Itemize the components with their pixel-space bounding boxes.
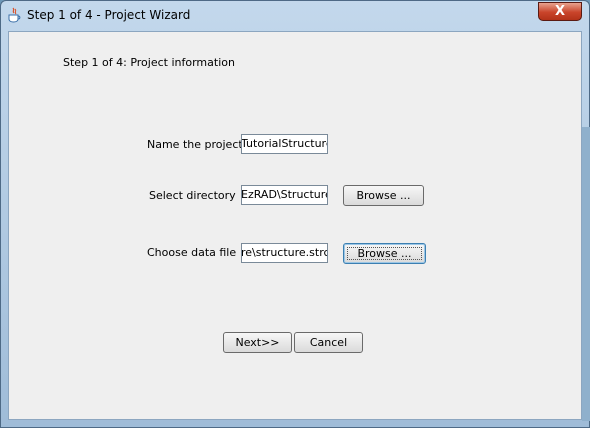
step-heading: Step 1 of 4: Project information <box>63 56 235 69</box>
directory-value: EzRAD\Structure <box>241 188 328 201</box>
browse-file-button[interactable]: Browse ... <box>343 243 426 264</box>
window-edge <box>582 127 590 421</box>
data-file-value: re\structure.strc <box>241 246 328 259</box>
focus-ring <box>347 247 422 260</box>
cancel-button[interactable]: Cancel <box>294 332 363 353</box>
java-cup-icon <box>8 7 21 23</box>
project-name-value: TutorialStructure <box>241 137 328 150</box>
project-name-label: Name the project <box>147 138 243 151</box>
title-bar[interactable]: Step 1 of 4 - Project Wizard X <box>1 1 589 30</box>
data-file-input[interactable]: re\structure.strc <box>241 243 328 263</box>
close-button[interactable]: X <box>538 2 582 21</box>
next-button[interactable]: Next>> <box>223 332 292 353</box>
wizard-content-panel: Step 1 of 4: Project information Name th… <box>8 31 582 420</box>
window-title: Step 1 of 4 - Project Wizard <box>27 8 191 22</box>
directory-label: Select directory <box>149 189 236 202</box>
project-name-input[interactable]: TutorialStructure <box>241 134 328 154</box>
close-icon: X <box>554 4 566 19</box>
directory-input[interactable]: EzRAD\Structure <box>241 185 328 205</box>
project-wizard-window: Step 1 of 4 - Project Wizard X Step 1 of… <box>0 0 590 428</box>
browse-directory-button[interactable]: Browse ... <box>343 185 424 206</box>
data-file-label: Choose data file <box>147 246 237 259</box>
